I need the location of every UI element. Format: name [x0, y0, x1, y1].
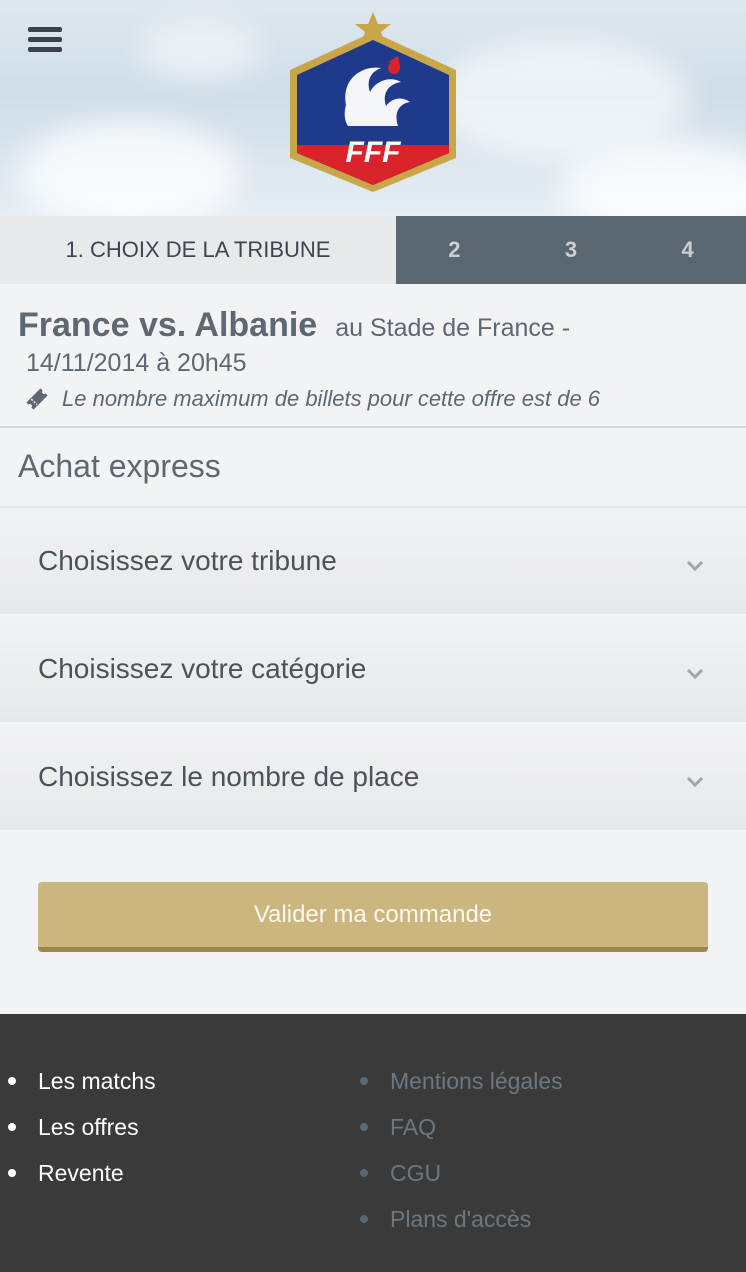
cloud-decoration	[140, 20, 260, 80]
footer-link-label: FAQ	[390, 1113, 437, 1140]
footer: Les matchs Les offres Revente Mentions l…	[0, 1014, 746, 1272]
chevron-down-icon	[686, 668, 704, 680]
validate-order-button[interactable]: Valider ma commande	[38, 882, 708, 952]
footer-link-matchs[interactable]: Les matchs	[8, 1058, 360, 1104]
cloud-decoration	[20, 120, 240, 216]
footer-link-mentions[interactable]: Mentions légales	[360, 1058, 746, 1104]
chevron-down-icon	[686, 776, 704, 788]
fff-logo[interactable]: FFF	[286, 10, 460, 194]
ticket-icon	[26, 388, 48, 410]
category-select-label: Choisissez votre catégorie	[38, 653, 367, 684]
bullet	[8, 1077, 16, 1085]
match-datetime: 14/11/2014 à 20h45	[26, 349, 247, 377]
chevron-down-icon	[686, 560, 704, 572]
logo-text: FFF	[346, 136, 402, 169]
footer-link-offres[interactable]: Les offres	[8, 1104, 360, 1150]
bullet	[360, 1169, 368, 1177]
match-venue: au Stade de France -	[335, 314, 571, 342]
footer-link-plans[interactable]: Plans d'accès	[360, 1196, 746, 1242]
category-select[interactable]: Choisissez votre catégorie	[0, 616, 746, 724]
steps-remaining: 2 3 4	[396, 216, 746, 284]
footer-link-label: Plans d'accès	[390, 1205, 532, 1232]
bullet	[360, 1077, 368, 1085]
match-info: France vs. Albanie au Stade de France - …	[0, 284, 746, 428]
step-4[interactable]: 4	[629, 237, 746, 263]
tribune-select[interactable]: Choisissez votre tribune	[0, 508, 746, 616]
footer-link-label: CGU	[390, 1159, 442, 1186]
quantity-select[interactable]: Choisissez le nombre de place	[0, 724, 746, 832]
express-title: Achat express	[0, 428, 746, 508]
footer-left-links: Les matchs Les offres Revente	[0, 1058, 360, 1272]
ticket-limit-text: Le nombre maximum de billets pour cette …	[62, 386, 601, 411]
quantity-select-label: Choisissez le nombre de place	[38, 761, 420, 792]
checkout-steps: 1. CHOIX DE LA TRIBUNE 2 3 4	[0, 216, 746, 284]
footer-link-revente[interactable]: Revente	[8, 1150, 360, 1196]
footer-link-label: Mentions légales	[390, 1067, 563, 1094]
bullet	[8, 1169, 16, 1177]
bullet	[360, 1123, 368, 1131]
match-title: France vs. Albanie au Stade de France -	[18, 306, 728, 345]
header: FFF	[0, 0, 746, 216]
bullet	[8, 1123, 16, 1131]
bullet	[360, 1215, 368, 1223]
footer-link-label: Les offres	[38, 1113, 139, 1140]
tribune-select-label: Choisissez votre tribune	[38, 545, 337, 576]
footer-link-faq[interactable]: FAQ	[360, 1104, 746, 1150]
footer-right-links: Mentions légales FAQ CGU Plans d'accès	[360, 1058, 746, 1272]
step-3[interactable]: 3	[513, 237, 630, 263]
step-1-active[interactable]: 1. CHOIX DE LA TRIBUNE	[0, 216, 396, 284]
match-teams: France vs. Albanie	[18, 306, 318, 344]
footer-link-label: Les matchs	[38, 1067, 156, 1094]
footer-link-cgu[interactable]: CGU	[360, 1150, 746, 1196]
ticket-limit-note: Le nombre maximum de billets pour cette …	[24, 386, 728, 412]
step-2[interactable]: 2	[396, 237, 513, 263]
footer-link-label: Revente	[38, 1159, 124, 1186]
hamburger-menu-icon[interactable]	[28, 27, 62, 55]
submit-wrapper: Valider ma commande	[0, 832, 746, 1014]
